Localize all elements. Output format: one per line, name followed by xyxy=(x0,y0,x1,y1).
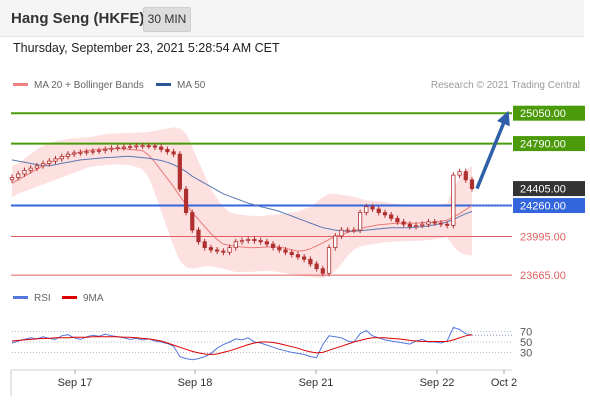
candle-body xyxy=(78,151,83,154)
candle-body xyxy=(432,221,437,224)
level-label-24790.00: 24790.00 xyxy=(520,139,566,151)
candle-body xyxy=(121,146,127,149)
candle-body xyxy=(389,214,394,219)
candle-body xyxy=(270,243,276,248)
candle-body xyxy=(59,156,64,160)
candle-body xyxy=(9,177,15,181)
candle-body xyxy=(165,149,170,153)
candle-body xyxy=(239,240,245,243)
candle-body xyxy=(115,147,120,150)
level-label-24405.00: 24405.00 xyxy=(520,184,566,196)
candle-body xyxy=(208,247,214,251)
x-tick-label: Sep 21 xyxy=(299,377,334,389)
candle-body xyxy=(233,241,238,249)
candle-body xyxy=(183,188,189,213)
candle-body xyxy=(90,150,95,153)
candle-body xyxy=(451,174,456,226)
candle-body xyxy=(283,249,288,253)
candle-body xyxy=(246,239,251,241)
rsi-level-label-30: 30 xyxy=(520,347,532,359)
candle-body xyxy=(302,256,307,260)
x-tick-label: Sep 17 xyxy=(58,377,93,389)
candle-body xyxy=(177,153,182,190)
candle-body xyxy=(395,217,400,223)
candle-body xyxy=(171,151,176,155)
bollinger-band xyxy=(12,127,472,278)
candle-body xyxy=(159,146,164,150)
candle-body xyxy=(146,145,151,148)
candle-body xyxy=(196,229,201,243)
candle-body xyxy=(413,224,419,227)
x-tick-label: Sep 18 xyxy=(178,377,213,389)
candle-body xyxy=(407,223,412,227)
candle-body xyxy=(152,145,158,148)
candle-body xyxy=(22,170,27,175)
price-chart[interactable]: 25050.00 24790.00 24405.00 24260.00 23995.00… xyxy=(0,0,590,400)
candle-body xyxy=(308,258,313,265)
candle-body xyxy=(277,247,282,251)
x-tick-label: Sep 22 xyxy=(420,377,455,389)
candle-body xyxy=(401,221,406,225)
candle-body xyxy=(345,229,350,232)
rsi-9ma-line xyxy=(11,334,473,356)
candle-body xyxy=(103,149,108,151)
candle-body xyxy=(289,251,294,256)
level-label-25050.00: 25050.00 xyxy=(520,108,566,120)
forecast-arrow xyxy=(475,110,510,190)
candle-body xyxy=(258,240,263,243)
candle-body xyxy=(140,145,145,148)
candle-body xyxy=(351,229,357,232)
candle-body xyxy=(221,250,226,253)
candle-body xyxy=(252,239,257,241)
candle-body xyxy=(357,212,363,231)
candle-body xyxy=(295,254,301,258)
candle-body xyxy=(370,206,375,210)
candle-body xyxy=(364,206,369,213)
candle-body xyxy=(65,153,71,157)
candle-body xyxy=(326,247,332,274)
candle-body xyxy=(34,165,39,169)
candle-body xyxy=(376,208,381,213)
candle-body xyxy=(84,151,89,154)
candle-body xyxy=(40,163,46,167)
candle-body xyxy=(202,241,207,249)
candle-body xyxy=(96,150,102,152)
candle-body xyxy=(127,146,133,148)
candle-body xyxy=(72,152,77,155)
candle-body xyxy=(333,235,338,249)
candle-body xyxy=(314,263,319,270)
candle-body xyxy=(264,241,269,245)
candle-body xyxy=(16,173,21,178)
candle-body xyxy=(190,212,195,231)
candle-body xyxy=(469,179,475,189)
x-tick-label: Oct 2 xyxy=(491,377,517,389)
candle-body xyxy=(445,223,450,226)
candle-body xyxy=(320,268,325,274)
candle-body xyxy=(382,212,388,216)
candle-body xyxy=(28,167,33,171)
candle-body xyxy=(438,222,444,225)
rsi-line xyxy=(11,326,473,361)
candle-body xyxy=(420,223,425,226)
candle-body xyxy=(339,229,344,237)
candle-body xyxy=(215,249,220,252)
candle-body xyxy=(53,158,58,162)
level-label-24260.00: 24260.00 xyxy=(520,201,566,213)
candle-body xyxy=(47,160,52,164)
candle-body xyxy=(457,171,462,176)
candle-body xyxy=(463,171,468,181)
candle-body xyxy=(426,221,431,225)
candle-body xyxy=(134,145,139,148)
level-label-23995.00: 23995.00 xyxy=(520,231,566,243)
candle-body xyxy=(227,247,232,253)
level-label-23665.00: 23665.00 xyxy=(520,270,566,282)
candle-body xyxy=(109,147,114,150)
